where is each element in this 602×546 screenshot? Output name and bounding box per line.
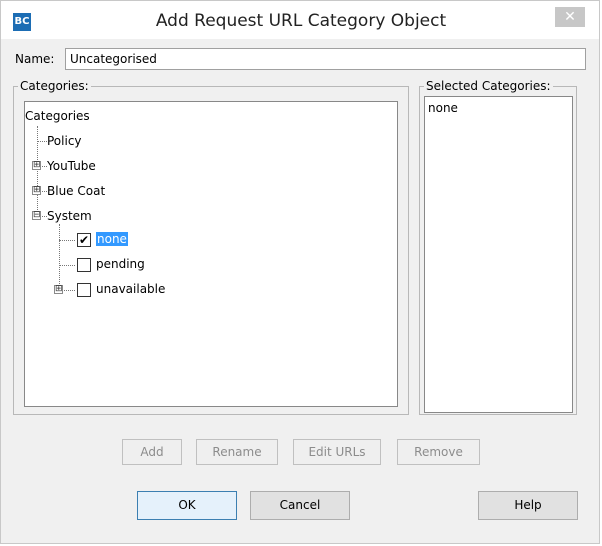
rename-button[interactable]: Rename xyxy=(196,439,278,465)
tree-item-none-label: none xyxy=(96,232,128,246)
selected-categories-list[interactable]: none xyxy=(424,96,573,413)
pending-checkbox[interactable] xyxy=(77,258,91,272)
close-button[interactable]: ✕ xyxy=(555,7,585,27)
tree-item-system[interactable]: System xyxy=(47,208,92,224)
help-button[interactable]: Help xyxy=(478,491,578,520)
categories-tree[interactable]: Categories Policy ⊞ YouTube ⊞ Blue Coat … xyxy=(24,101,398,407)
tree-item-blue-coat[interactable]: Blue Coat xyxy=(47,183,105,199)
expand-icon[interactable]: ⊞ xyxy=(54,285,63,294)
name-input[interactable]: Uncategorised xyxy=(65,48,586,70)
selected-categories-legend: Selected Categories: xyxy=(426,79,551,93)
tree-connector xyxy=(59,240,75,241)
ok-button[interactable]: OK xyxy=(137,491,237,520)
close-icon: ✕ xyxy=(564,9,576,25)
categories-legend: Categories: xyxy=(20,79,89,93)
dialog-window: BC Add Request URL Category Object ✕ Nam… xyxy=(0,0,600,544)
tree-root-categories[interactable]: Categories xyxy=(25,108,90,124)
tree-connector xyxy=(37,141,47,142)
tree-item-youtube[interactable]: YouTube xyxy=(47,158,96,174)
tree-item-policy[interactable]: Policy xyxy=(47,133,82,149)
tree-connector xyxy=(59,224,60,286)
unavailable-checkbox[interactable] xyxy=(77,283,91,297)
tree-connector xyxy=(64,290,75,291)
remove-button[interactable]: Remove xyxy=(397,439,480,465)
none-checkbox[interactable]: ✔ xyxy=(77,233,91,247)
collapse-icon[interactable]: ⊟ xyxy=(32,211,41,220)
tree-item-none[interactable]: none xyxy=(96,231,128,247)
edit-urls-button[interactable]: Edit URLs xyxy=(293,439,381,465)
list-item[interactable]: none xyxy=(428,101,458,115)
tree-connector xyxy=(37,126,38,216)
add-button[interactable]: Add xyxy=(122,439,182,465)
tree-item-unavailable[interactable]: unavailable xyxy=(96,281,165,297)
cancel-button[interactable]: Cancel xyxy=(250,491,350,520)
name-label: Name: xyxy=(15,52,55,66)
expand-icon[interactable]: ⊞ xyxy=(32,161,41,170)
title-bar[interactable]: BC Add Request URL Category Object ✕ xyxy=(1,1,599,39)
expand-icon[interactable]: ⊞ xyxy=(32,186,41,195)
tree-connector xyxy=(59,265,75,266)
dialog-title: Add Request URL Category Object xyxy=(155,11,447,31)
check-icon: ✔ xyxy=(78,233,90,247)
tree-item-pending[interactable]: pending xyxy=(96,256,145,272)
